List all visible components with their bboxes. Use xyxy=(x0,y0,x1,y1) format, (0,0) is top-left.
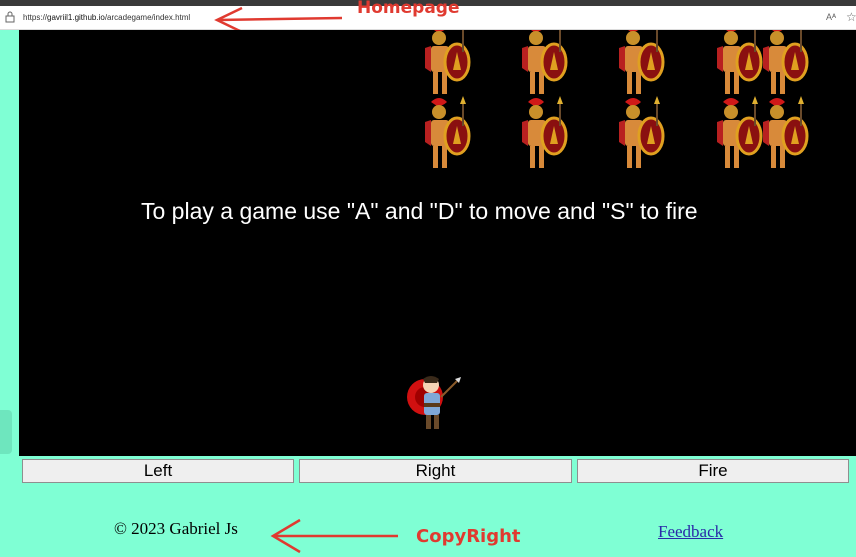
side-panel-tab[interactable] xyxy=(0,410,12,454)
feedback-link[interactable]: Feedback xyxy=(658,522,723,542)
spartan-warrior-icon xyxy=(763,96,809,168)
spartan-warrior-icon xyxy=(619,96,665,168)
spartan-warrior-icon xyxy=(522,96,568,168)
copyright-arrow-icon xyxy=(270,518,398,554)
lock-icon xyxy=(5,11,15,23)
archer-icon xyxy=(407,376,461,429)
homepage-annotation: Homepage xyxy=(357,0,460,18)
spartan-warrior-icon xyxy=(619,30,665,94)
spartan-warrior-icon xyxy=(425,96,471,168)
copyright-text: © 2023 Gabriel Js xyxy=(114,519,238,538)
left-button[interactable]: Left xyxy=(22,459,294,483)
favorite-star-icon[interactable]: ☆ xyxy=(846,10,856,24)
game-canvas[interactable]: To play a game use "A" and "D" to move a… xyxy=(19,30,856,456)
fire-button[interactable]: Fire xyxy=(577,459,849,483)
copyright-annotation: CopyRight xyxy=(416,526,521,547)
spartan-warrior-icon xyxy=(763,30,809,94)
read-aloud-icon[interactable]: Aᴬ xyxy=(826,12,836,22)
url-text[interactable]: https://gavriil1.github.io/arcadegame/in… xyxy=(23,13,190,22)
spartan-warrior-icon xyxy=(425,30,471,94)
game-instructions: To play a game use "A" and "D" to move a… xyxy=(141,198,698,224)
right-button[interactable]: Right xyxy=(299,459,572,483)
spartan-warrior-icon xyxy=(522,30,568,94)
